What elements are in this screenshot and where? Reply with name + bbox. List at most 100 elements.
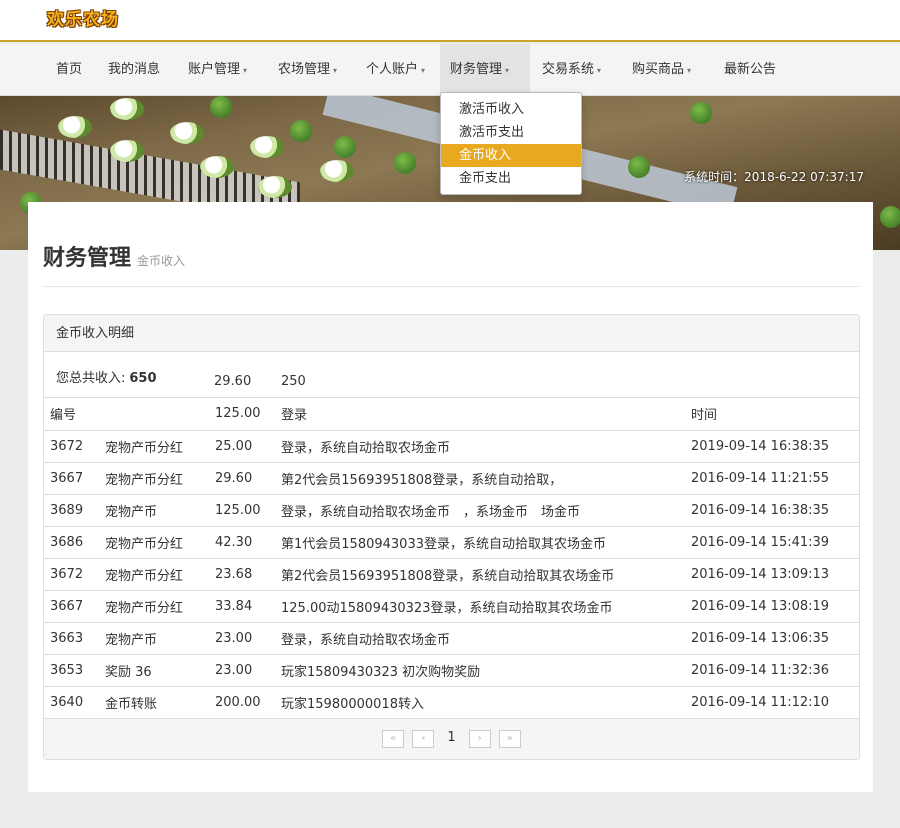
table-row: 3653 奖励 36 23.00 玩家15809430323 初次购物奖励 2016-0… <box>44 654 859 687</box>
menu-item-gold-income[interactable]: 金币收入 <box>441 144 581 167</box>
table-row: 3672 宠物产币分红 25.00 登录，系统自动拾取农场金币 2019-09-14 1… <box>44 430 859 463</box>
cell-amount: 23.00 <box>209 622 275 655</box>
cell-time: 2019-09-14 16:38:35 <box>685 430 859 463</box>
nav-label: 最新公告 <box>724 62 777 77</box>
tree-icon <box>690 102 712 124</box>
tree-icon <box>628 156 650 178</box>
menu-item-gold-expense[interactable]: 金币支出 <box>441 167 581 190</box>
tree-icon <box>394 152 416 174</box>
column-header-time: 时间 <box>685 398 859 431</box>
total-income-label-text: 您总共收入: <box>56 371 126 386</box>
income-table-body: 3672 宠物产币分红 25.00 登录，系统自动拾取农场金币 2019-09-14 1… <box>44 430 859 719</box>
cell-description: 第1代会员1580943033登录，系统自动拾取其农场金币 <box>275 526 685 559</box>
table-row: 3672 宠物产币分红 23.68 第2代会员15693951808登录，系统自动拾取… <box>44 558 859 591</box>
total-income-label: 您总共收入: 650 <box>56 367 157 386</box>
first-page-button[interactable]: « <box>382 730 405 748</box>
prev-page-button[interactable]: ‹ <box>412 730 435 748</box>
cell-id: 3640 <box>44 686 99 719</box>
tree-icon <box>290 120 312 142</box>
cell-description: 125.00动15809430323登录，系统自动拾取其农场金币 <box>275 590 685 623</box>
cabbage-icon <box>110 98 144 120</box>
cell-type: 奖励 36 <box>99 654 209 687</box>
nav-item-finance[interactable]: 财务管理 ▾ <box>440 44 530 96</box>
nav-label: 农场管理 <box>278 62 331 77</box>
cell-amount: 25.00 <box>209 430 275 463</box>
chevron-down-icon: ▾ <box>333 66 338 75</box>
column-header-description: 登录 <box>275 398 685 431</box>
cell-time: 2016-09-14 15:41:39 <box>685 526 859 559</box>
chevron-down-icon: ▾ <box>597 66 602 75</box>
cabbage-icon <box>320 160 354 182</box>
divider <box>43 286 859 287</box>
cell-time: 2016-09-14 11:21:55 <box>685 462 859 495</box>
page-title-text: 财务管理 <box>43 246 132 271</box>
cell-type: 宠物产币分红 <box>99 430 209 463</box>
cell-id: 3667 <box>44 590 99 623</box>
nav-item-trading[interactable]: 交易系统 ▾ <box>532 44 611 96</box>
next-page-button[interactable]: › <box>468 730 491 748</box>
nav-item-messages[interactable]: 我的消息 <box>98 44 170 96</box>
cell-description: 登录，系统自动拾取农场金币 ，系场金币 场金币 <box>275 494 685 527</box>
main-nav: 首页 我的消息 账户管理 ▾ 农场管理 ▾ 个人账户 ▾ 财务管理 ▾ 交易系统 ▾ 购买… <box>0 44 900 96</box>
top-header: 欢乐农场 <box>0 0 900 42</box>
cell-type: 金币转账 <box>99 686 209 719</box>
nav-item-announcements[interactable]: 最新公告 <box>714 44 786 96</box>
cell-type: 宠物产币分红 <box>99 590 209 623</box>
column-header-id: 编号 <box>44 398 99 431</box>
table-row: 3640 金币转账 200.00 玩家15980000018转入 2016-09-14 … <box>44 686 859 719</box>
cell-time: 2016-09-14 16:38:35 <box>685 494 859 527</box>
nav-item-personal-account[interactable]: 个人账户 ▾ <box>356 44 435 96</box>
cell-time: 2016-09-14 13:08:19 <box>685 590 859 623</box>
tree-icon <box>334 136 356 158</box>
cabbage-icon <box>258 176 292 198</box>
nav-label: 交易系统 <box>542 62 595 77</box>
gold-income-panel: 金币收入明细 您总共收入: 650 29.60 250 编号 125.00 登录 … <box>43 314 860 760</box>
menu-item-activation-income[interactable]: 激活币收入 <box>441 98 581 121</box>
page-subtitle: 金币收入 <box>137 254 186 268</box>
nav-item-account-management[interactable]: 账户管理 ▾ <box>178 44 257 96</box>
cell-amount: 125.00 <box>209 494 275 527</box>
cell-amount: 23.68 <box>209 558 275 591</box>
total-income-value: 650 <box>129 371 157 386</box>
nav-label: 购买商品 <box>632 62 685 77</box>
cell-description: 第2代会员15693951808登录，系统自动拾取， <box>275 462 685 495</box>
nav-label: 账户管理 <box>188 62 241 77</box>
income-summary: 您总共收入: 650 29.60 250 <box>44 352 859 398</box>
cell-description: 登录，系统自动拾取农场金币 <box>275 622 685 655</box>
nav-item-home[interactable]: 首页 <box>46 44 92 96</box>
cell-id: 3653 <box>44 654 99 687</box>
cell-time: 2016-09-14 11:32:36 <box>685 654 859 687</box>
chevron-down-icon: ▾ <box>243 66 248 75</box>
tree-icon <box>880 206 900 228</box>
site-logo[interactable]: 欢乐农场 <box>42 5 124 35</box>
chevron-down-icon: ▾ <box>421 66 426 75</box>
table-header-row: 编号 125.00 登录 时间 <box>44 398 859 431</box>
income-table: 编号 125.00 登录 时间 3672 宠物产币分红 25.00 登录，系统自动拾取… <box>44 398 859 719</box>
nav-label: 财务管理 <box>450 62 503 77</box>
menu-item-activation-expense[interactable]: 激活币支出 <box>441 121 581 144</box>
nav-item-buy-goods[interactable]: 购买商品 ▾ <box>622 44 701 96</box>
page-number-1[interactable]: 1 <box>443 730 461 748</box>
table-row: 3663 宠物产币 23.00 登录，系统自动拾取农场金币 2016-09-14 13:… <box>44 622 859 655</box>
cell-amount: 200.00 <box>209 686 275 719</box>
nav-label: 我的消息 <box>108 62 161 77</box>
last-page-button[interactable]: » <box>498 730 521 748</box>
cell-description: 玩家15809430323 初次购物奖励 <box>275 654 685 687</box>
nav-item-farm-management[interactable]: 农场管理 ▾ <box>268 44 347 96</box>
pagination: « ‹ 1 › » <box>44 719 859 759</box>
cell-type: 宠物产币分红 <box>99 526 209 559</box>
cabbage-icon <box>58 116 92 138</box>
chevron-down-icon: ▾ <box>505 66 510 75</box>
cell-type: 宠物产币分红 <box>99 558 209 591</box>
table-row: 3667 宠物产币分红 33.84 125.00动15809430323登录，系统自动… <box>44 590 859 623</box>
logo-text: 欢乐农场 <box>47 10 119 30</box>
cell-id: 3672 <box>44 558 99 591</box>
nav-label: 个人账户 <box>366 62 419 77</box>
column-header-type <box>99 398 209 431</box>
cell-time: 2016-09-14 11:12:10 <box>685 686 859 719</box>
cell-type: 宠物产币 <box>99 494 209 527</box>
column-header-amount: 125.00 <box>209 398 275 431</box>
nav-label: 首页 <box>56 62 83 77</box>
cell-description: 玩家15980000018转入 <box>275 686 685 719</box>
cell-time: 2016-09-14 13:06:35 <box>685 622 859 655</box>
